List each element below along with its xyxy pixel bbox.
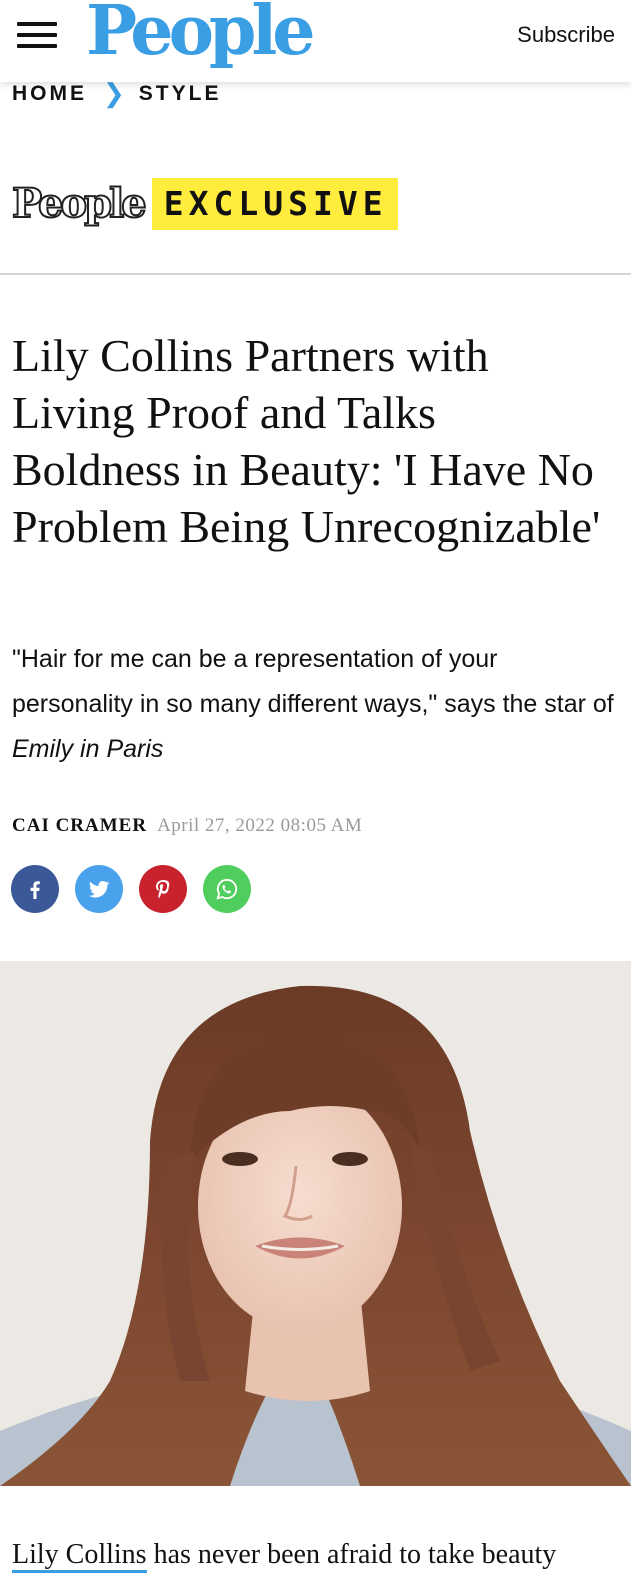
pinterest-icon [156,880,170,899]
lily-collins-link[interactable]: Lily Collins [12,1539,147,1573]
dek-show-title: Emily in Paris [12,735,164,763]
author-name[interactable]: CAI CRAMER [12,815,147,837]
publish-date: April 27, 2022 08:05 AM [157,815,363,836]
people-exclusive-label: People EXCLUSIVE [11,178,398,230]
body-text: has never been afraid to take beauty [146,1539,557,1570]
hamburger-menu-icon[interactable] [17,20,57,50]
breadcrumb: HOME ❯ STYLE [12,78,221,109]
hero-portrait-image [0,961,631,1486]
people-logo[interactable]: People [86,0,316,72]
byline: CAI CRAMER April 27, 2022 08:05 AM [12,815,362,837]
facebook-share-button[interactable] [11,865,59,913]
dek-text: "Hair for me can be a representation of … [12,645,614,718]
breadcrumb-home[interactable]: HOME [12,82,87,106]
share-buttons [11,865,267,913]
facebook-icon [30,881,40,899]
twitter-share-button[interactable] [75,865,123,913]
people-exclusive-logo: People [11,179,148,228]
article-dek: "Hair for me can be a representation of … [12,637,617,772]
whatsapp-icon [216,878,238,900]
article-body-first-line: Lily Collins has never been afraid to ta… [12,1535,622,1575]
chevron-right-icon: ❯ [103,78,125,108]
pinterest-share-button[interactable] [139,865,187,913]
top-navigation-bar: People Subscribe [0,0,631,82]
whatsapp-share-button[interactable] [203,865,251,913]
section-divider [0,273,631,275]
article-headline: Lily Collins Partners with Living Proof … [12,330,601,552]
portrait-illustration [0,961,631,1486]
breadcrumb-style[interactable]: STYLE [139,82,222,106]
exclusive-badge: EXCLUSIVE [151,178,398,230]
subscribe-link[interactable]: Subscribe [517,22,615,48]
twitter-icon [89,880,110,898]
